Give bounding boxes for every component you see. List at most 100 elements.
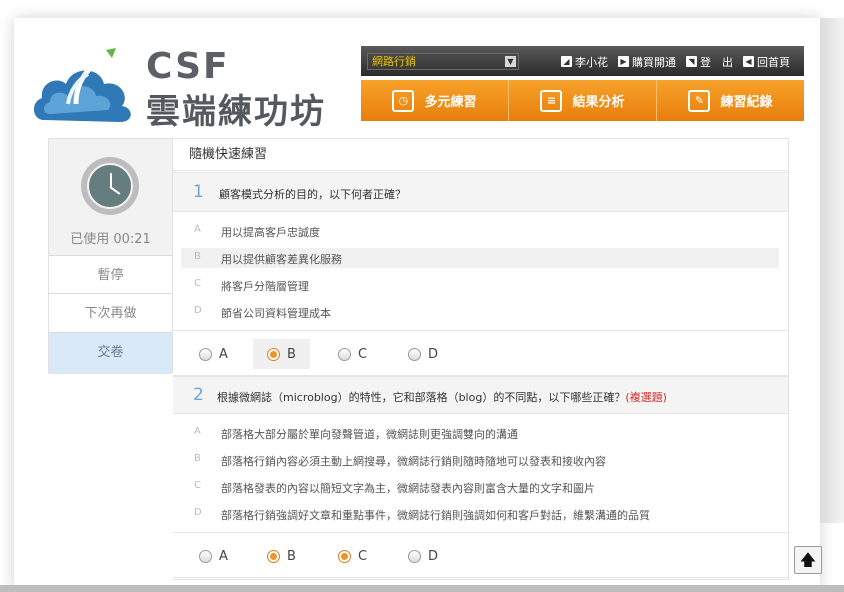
radio-label: A (219, 346, 228, 362)
tab-results[interactable]: ≡ 結果分析 (509, 80, 657, 121)
question-2-checkbox-c[interactable]: C (324, 541, 381, 571)
question-2-text-body: 根據微網誌（microblog）的特性，它和部落格（blog）的不同點，以下哪些… (217, 391, 626, 404)
site-logo[interactable]: CSF 雲端練功坊 (30, 44, 350, 134)
question-2-number: 2 (193, 385, 204, 405)
screen: CSF 雲端練功坊 網路行銷 ▼ ◢ 李小花 ▶ 購買開通 ◥ 登 出 ◀ 回首… (0, 0, 844, 592)
question-1-number: 1 (193, 182, 204, 202)
main-menu: ◷ 多元練習 ≡ 結果分析 ✎ 練習紀錄 (361, 80, 804, 121)
question-2-header: 2 根據微網誌（microblog）的特性，它和部落格（blog）的不同點，以下… (173, 376, 788, 414)
option-text: 部落格行銷強調好文章和重點事件，微網誌行銷則強調如何和客戶對話，維繫溝通的品質 (221, 509, 650, 522)
nav-user-label: 李小花 (575, 55, 608, 69)
logo-csf-text: CSF (146, 46, 230, 87)
arrow-up-icon: 🡅 (799, 550, 817, 569)
option-text: 用以提供顧客差異化服務 (221, 253, 342, 266)
elapsed-time: 已使用 00:21 (70, 232, 151, 247)
clock-calendar-icon: ◷ (392, 89, 415, 112)
radio-label: D (428, 346, 439, 362)
logo-subtitle: 雲端練功坊 (146, 92, 326, 132)
chevron-down-icon: ▼ (505, 56, 516, 67)
edit-icon: ✎ (688, 89, 711, 112)
course-select[interactable]: 網路行銷 ▼ (367, 53, 519, 70)
option-letter: A (194, 224, 201, 235)
option-text: 部落格發表的內容以簡短文字為主，微網誌發表內容則富含大量的文字和圖片 (221, 482, 595, 495)
quiz-panel: 隨機快速練習 1 顧客模式分析的目的，以下何者正確？ A 用以提高客戶忠誠度 B… (173, 138, 789, 580)
tab-history-label: 練習紀錄 (720, 95, 773, 110)
cloud-logo-icon (33, 48, 131, 122)
question-1-option-a[interactable]: A 用以提高客戶忠誠度 (181, 221, 779, 241)
bottom-strip (0, 585, 844, 592)
question-1-radio-c[interactable]: C (324, 339, 381, 369)
radio-label: B (287, 548, 296, 564)
question-2-checkbox-a[interactable]: A (185, 541, 242, 571)
radio-icon (338, 347, 351, 361)
question-2-answer-row: A B C D (173, 532, 788, 578)
option-text: 部落格行銷內容必須主動上網搜尋，微網誌行銷則隨時隨地可以發表和接收內容 (221, 455, 606, 468)
pause-button[interactable]: 暫停 (49, 255, 172, 295)
nav-home-link[interactable]: ◀ 回首頁 (743, 54, 790, 70)
question-2-option-b[interactable]: B 部落格行銷內容必須主動上網搜尋，微網誌行銷則隨時隨地可以發表和接收內容 (181, 450, 779, 470)
option-letter: B (194, 251, 201, 262)
question-1-header: 1 顧客模式分析的目的，以下何者正確？ (173, 172, 788, 212)
top-bar: 網路行銷 ▼ ◢ 李小花 ▶ 購買開通 ◥ 登 出 ◀ 回首頁 (361, 46, 804, 76)
do-later-button[interactable]: 下次再做 (49, 293, 172, 333)
nav-purchase-label: 購買開通 (632, 55, 676, 69)
question-1-radio-a[interactable]: A (185, 339, 242, 369)
question-2-text: 根據微網誌（microblog）的特性，它和部落格（blog）的不同點，以下哪些… (217, 389, 667, 405)
question-2-checkbox-d[interactable]: D (394, 541, 452, 571)
question-1-text: 顧客模式分析的目的，以下何者正確？ (219, 186, 406, 202)
nav-user-link[interactable]: ◢ 李小花 (561, 54, 608, 70)
option-text: 節省公司資料管理成本 (221, 307, 331, 320)
nav-home-label: 回首頁 (757, 55, 790, 69)
radio-label: C (358, 346, 368, 362)
option-letter: A (194, 426, 201, 437)
radio-selected-icon (267, 549, 280, 563)
option-letter: D (194, 507, 202, 518)
submit-button[interactable]: 交卷 (49, 332, 172, 374)
question-2-option-a[interactable]: A 部落格大部分屬於單向發聲管道，微網誌則更強調雙向的溝通 (181, 423, 779, 443)
question-2-checkbox-b[interactable]: B (253, 541, 310, 571)
question-2-option-d[interactable]: D 部落格行銷強調好文章和重點事件，微網誌行銷則強調如何和客戶對話，維繫溝通的品… (181, 504, 779, 524)
radio-selected-icon (267, 347, 280, 361)
question-1-option-d[interactable]: D 節省公司資料管理成本 (181, 302, 779, 322)
top-nav: ◢ 李小花 ▶ 購買開通 ◥ 登 出 ◀ 回首頁 (561, 53, 790, 70)
radio-icon (199, 549, 212, 563)
radio-icon (408, 549, 421, 563)
option-text: 用以提高客戶忠誠度 (221, 226, 320, 239)
nav-logout-link[interactable]: ◥ 登 出 (686, 54, 733, 70)
question-1-radio-b[interactable]: B (253, 339, 310, 369)
option-letter: B (194, 453, 201, 464)
option-letter: C (194, 278, 201, 289)
page-edge-shadow (820, 18, 844, 523)
option-letter: C (194, 480, 201, 491)
option-letter: D (194, 305, 202, 316)
question-2-multi-tag: (複選題) (625, 391, 667, 404)
clock-icon (81, 157, 139, 215)
radio-label: A (219, 548, 228, 564)
question-1-option-b[interactable]: B 用以提供顧客差異化服務 (181, 248, 779, 268)
radio-icon (199, 347, 212, 361)
option-text: 將客戶分階層管理 (221, 280, 309, 293)
section-title: 隨機快速練習 (173, 139, 788, 171)
tab-practice-label: 多元練習 (424, 95, 477, 110)
tab-history[interactable]: ✎ 練習紀錄 (657, 80, 804, 121)
document-icon: ≡ (540, 89, 563, 112)
cart-icon: ▶ (618, 56, 629, 67)
radio-label: B (287, 346, 296, 362)
question-2-option-c[interactable]: C 部落格發表的內容以簡短文字為主，微網誌發表內容則富含大量的文字和圖片 (181, 477, 779, 497)
radio-label: D (428, 548, 439, 564)
question-1-answer-row: A B C D (173, 330, 788, 376)
tab-results-label: 結果分析 (572, 95, 625, 110)
timer-panel: 已使用 00:21 暫停 下次再做 交卷 (48, 138, 173, 374)
nav-logout-label: 登 出 (700, 55, 733, 69)
question-1-option-c[interactable]: C 將客戶分階層管理 (181, 275, 779, 295)
logout-icon: ◥ (686, 56, 697, 67)
tab-practice[interactable]: ◷ 多元練習 (361, 80, 509, 121)
back-to-top-button[interactable]: 🡅 (794, 546, 822, 574)
option-text: 部落格大部分屬於單向發聲管道，微網誌則更強調雙向的溝通 (221, 428, 518, 441)
nav-purchase-link[interactable]: ▶ 購買開通 (618, 54, 676, 70)
radio-label: C (358, 548, 368, 564)
question-1-radio-d[interactable]: D (394, 339, 452, 369)
radio-icon (408, 347, 421, 361)
home-icon: ◀ (743, 56, 754, 67)
user-icon: ◢ (561, 56, 572, 67)
